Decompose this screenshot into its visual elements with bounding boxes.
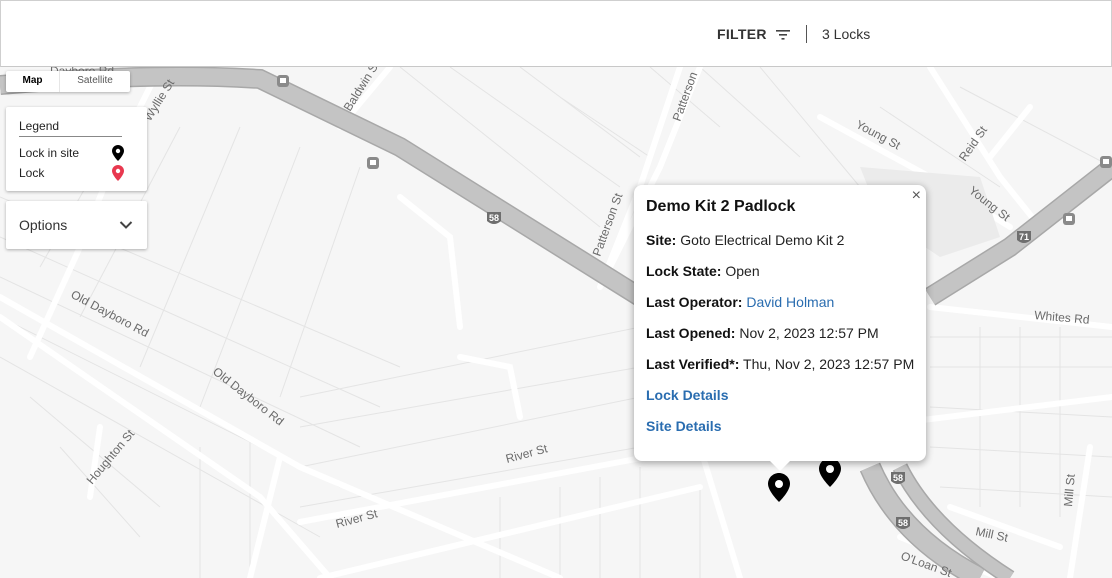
route-shield-58-b: 58: [891, 472, 905, 484]
popup-verified-row: Last Verified*: Thu, Nov 2, 2023 12:57 P…: [646, 356, 914, 372]
lock-count: 3 Locks: [822, 26, 871, 42]
legend-item-label: Lock in site: [19, 146, 80, 160]
lock-info-popup: × Demo Kit 2 Padlock Site: Goto Electric…: [634, 185, 926, 471]
popup-lock-details-row: Lock Details: [646, 387, 728, 403]
svg-text:71: 71: [1019, 232, 1029, 242]
top-bar: FILTER 3 Locks: [0, 0, 1112, 67]
popup-tail: [770, 461, 790, 471]
map-type-map-button[interactable]: Map: [6, 71, 60, 92]
lock-details-link[interactable]: Lock Details: [646, 387, 728, 403]
filter-label: FILTER: [717, 26, 767, 42]
popup-verified-value: Thu, Nov 2, 2023 12:57 PM: [743, 356, 915, 372]
options-label: Options: [19, 217, 68, 233]
popup-site-label: Site:: [646, 232, 677, 248]
svg-text:58: 58: [893, 473, 903, 483]
legend-title: Legend: [19, 119, 122, 137]
options-dropdown[interactable]: Options: [6, 201, 147, 249]
road-label-river-1: River St: [504, 441, 549, 466]
legend-item-lock: Lock: [19, 165, 124, 181]
filter-icon: [775, 30, 790, 40]
map-tiles: Dayboro Rd Baldwin St Wyllie St Patterso…: [0, 67, 1112, 578]
popup-site-value: Goto Electrical Demo Kit 2: [680, 232, 845, 248]
lock-in-site-marker[interactable]: [819, 458, 841, 487]
popup-operator-label: Last Operator:: [646, 294, 743, 310]
bus-stop-icon: [367, 157, 379, 169]
popup-opened-row: Last Opened: Nov 2, 2023 12:57 PM: [646, 325, 879, 341]
pin-black-icon: [112, 145, 124, 161]
lock-in-site-marker[interactable]: [768, 473, 790, 502]
popup-state-value: Open: [725, 263, 760, 279]
topbar-divider: [806, 25, 807, 43]
legend-item-label: Lock: [19, 166, 45, 180]
operator-link[interactable]: David Holman: [746, 294, 834, 310]
popup-opened-label: Last Opened:: [646, 325, 736, 341]
pin-red-icon: [112, 165, 124, 181]
bus-stop-icon: [1063, 213, 1075, 225]
map-legend: Legend Lock in site Lock: [6, 107, 147, 191]
map-canvas[interactable]: Dayboro Rd Baldwin St Wyllie St Patterso…: [0, 67, 1112, 578]
road-label-whites: Whites Rd: [1034, 308, 1090, 327]
route-shield-58-c: 58: [896, 517, 910, 529]
popup-verified-label: Last Verified*:: [646, 356, 740, 372]
route-shield-71: 71: [1017, 231, 1031, 243]
map-type-control: Map Satellite: [6, 71, 130, 92]
svg-text:58: 58: [489, 213, 499, 223]
popup-state-label: Lock State:: [646, 263, 722, 279]
road-label-old-dayboro-2: Old Dayboro Rd: [210, 364, 286, 428]
road-label-mill-2: Mill St: [1061, 473, 1078, 507]
popup-operator-row: Last Operator: David Holman: [646, 294, 834, 310]
bus-stop-icon: [1100, 156, 1112, 168]
road-label-houghton: Houghton St: [84, 426, 138, 487]
close-icon[interactable]: ×: [912, 187, 921, 205]
route-shield-58-a: 58: [487, 212, 501, 224]
popup-state-row: Lock State: Open: [646, 263, 760, 279]
filter-button[interactable]: FILTER: [717, 23, 791, 45]
site-details-link[interactable]: Site Details: [646, 418, 721, 434]
map-type-satellite-button[interactable]: Satellite: [60, 71, 130, 92]
popup-site-details-row: Site Details: [646, 418, 721, 434]
popup-site-row: Site: Goto Electrical Demo Kit 2: [646, 232, 844, 248]
popup-title: Demo Kit 2 Padlock: [646, 198, 796, 215]
legend-item-lock-in-site: Lock in site: [19, 145, 124, 161]
bus-stop-icon: [277, 75, 289, 87]
road-label-baldwin: Baldwin St: [341, 67, 383, 114]
chevron-down-icon: [119, 221, 133, 229]
svg-text:58: 58: [898, 518, 908, 528]
road-label-old-dayboro-1: Old Dayboro Rd: [69, 287, 152, 340]
popup-opened-value: Nov 2, 2023 12:57 PM: [739, 325, 879, 341]
